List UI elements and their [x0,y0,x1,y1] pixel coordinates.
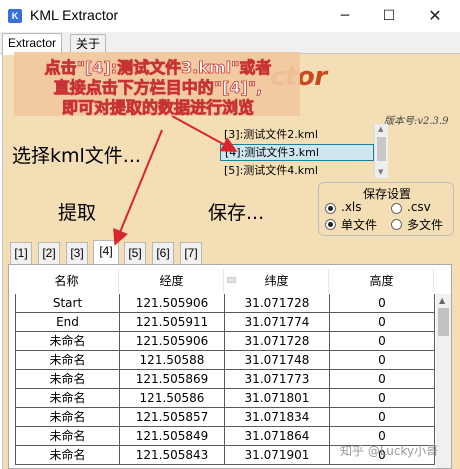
main-tab-strip: Extractor 关于 [0,32,460,55]
column-header-longitude[interactable]: 经度 [120,269,224,293]
cell-name: 未命名 [15,370,120,389]
cell-longitude: 121.505906 [120,332,225,351]
sheet-tab-3[interactable]: [3] [66,242,88,264]
cell-altitude: 0 [330,370,435,389]
window-title: KML Extractor [30,7,119,23]
sheet-tab-1[interactable]: [1] [10,242,32,264]
tab-about[interactable]: 关于 [70,34,107,54]
cell-latitude: 31.071901 [225,446,330,465]
column-header-name[interactable]: 名称 [15,269,119,293]
scroll-up-icon[interactable]: ▲ [439,296,445,305]
cell-longitude: 121.505843 [120,446,225,465]
close-button[interactable]: ✕ [412,0,458,32]
cell-name: 未命名 [15,389,120,408]
sheet-tab-4[interactable]: [4] [93,240,119,264]
radio-single-file[interactable] [325,219,336,230]
scroll-down-icon[interactable]: ▼ [378,168,383,176]
file-list-item[interactable]: [5]:测试文件4.kml [220,162,374,178]
select-kml-button[interactable]: 选择kml文件... [12,141,141,168]
scroll-thumb[interactable] [438,308,449,336]
cell-longitude: 121.505869 [120,370,225,389]
data-table: 名称 经度 纬度 高度 Start 121.505906 31.071728 0 End… [8,264,452,469]
radio-multi-file-label: 多文件 [407,218,444,232]
cell-name: Start [15,294,120,313]
radio-csv-label: .csv [407,200,431,214]
version-label: 版本号:v2.3.9 [384,116,449,127]
scroll-thumb[interactable] [377,137,386,161]
cell-altitude: 0 [330,313,435,332]
minimize-button[interactable]: ─ [322,0,368,32]
table-scrollbar[interactable]: ▲ [436,294,451,468]
cell-latitude: 31.071748 [225,351,330,370]
title-bar: K KML Extractor ─ ☐ ✕ [0,0,460,32]
radio-multi-file[interactable] [391,219,402,230]
cell-altitude: 0 [330,408,435,427]
cell-latitude: 31.071801 [225,389,330,408]
cell-altitude: 0 [330,389,435,408]
cell-longitude: 121.50586 [120,389,225,408]
cell-name: 未命名 [15,351,120,370]
cell-longitude: 121.505906 [120,294,225,313]
cell-latitude: 31.071773 [225,370,330,389]
radio-xls-label: .xls [341,200,362,214]
app-icon: K [8,9,22,23]
cell-name: End [15,313,120,332]
cell-altitude: 0 [330,332,435,351]
cell-name: 未命名 [15,408,120,427]
column-header-latitude[interactable]: 纬度 [225,269,329,293]
sort-indicator-icon [227,277,236,283]
radio-single-file-label: 单文件 [341,218,378,232]
annotation-callout: 点击"[4]:测试文件3.kml"或者 直接点击下方栏目中的"[4]", 即可对… [14,52,300,118]
scroll-up-icon[interactable]: ▲ [378,125,383,133]
file-list-scrollbar[interactable]: ▲ ▼ [374,124,388,178]
cell-name: 未命名 [15,446,120,465]
cell-longitude: 121.505857 [120,408,225,427]
radio-csv[interactable] [391,203,402,214]
sheet-tab-5[interactable]: [5] [124,242,146,264]
extract-button[interactable]: 提取 [58,198,96,225]
file-listbox[interactable]: [3]:测试文件2.kml [4]:测试文件3.kml [5]:测试文件4.km… [220,124,388,178]
file-list-item[interactable]: [3]:测试文件2.kml [220,126,374,143]
save-settings-title: 保存设置 [362,187,411,201]
cell-name: 未命名 [15,332,120,351]
cell-longitude: 121.505911 [120,313,225,332]
cell-longitude: 121.50588 [120,351,225,370]
cell-latitude: 31.071864 [225,427,330,446]
cell-name: 未命名 [15,427,120,446]
cell-longitude: 121.505849 [120,427,225,446]
annotation-line-3: 即可对提取的数据进行浏览 [61,98,255,118]
file-list-item-selected[interactable]: [4]:测试文件3.kml [220,144,374,161]
cell-latitude: 31.071834 [225,408,330,427]
column-header-altitude[interactable]: 高度 [330,269,434,293]
cell-latitude: 31.071774 [225,313,330,332]
save-settings-group: 保存设置 .xls .csv 单文件 多文件 [318,182,454,236]
sheet-tab-7[interactable]: [7] [180,242,202,264]
cell-latitude: 31.071728 [225,332,330,351]
cell-altitude: 0 [330,351,435,370]
cell-altitude: 0 [330,294,435,313]
sheet-tab-2[interactable]: [2] [38,242,60,264]
maximize-button[interactable]: ☐ [366,0,412,32]
watermark: 知乎 @Lucky小哥 [340,444,439,458]
cell-latitude: 31.071728 [225,294,330,313]
save-button[interactable]: 保存... [208,198,264,225]
sheet-tab-6[interactable]: [6] [152,242,174,264]
radio-xls[interactable] [325,203,336,214]
